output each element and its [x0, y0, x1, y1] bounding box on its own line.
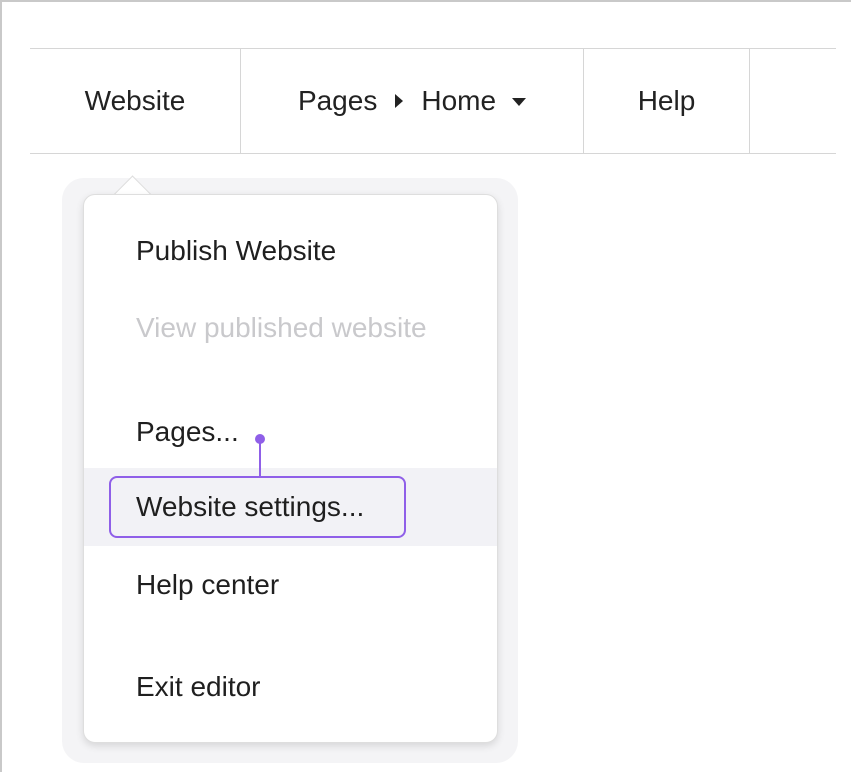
menubar-website-label: Website	[84, 85, 186, 116]
callout-highlight-box	[109, 476, 406, 538]
callout-pointer-dot	[255, 434, 265, 444]
caret-right-icon	[395, 94, 404, 108]
menubar-website[interactable]: Website	[30, 49, 241, 153]
menu-item-view-published-website[interactable]: View published website	[84, 311, 497, 345]
chevron-down-icon	[512, 98, 527, 106]
callout-pointer-line	[259, 440, 261, 477]
menubar-pages-breadcrumb[interactable]: Pages Home	[241, 49, 584, 153]
menu-item-exit-editor[interactable]: Exit editor	[84, 670, 497, 704]
menu-item-help-center[interactable]: Help center	[84, 568, 497, 602]
menu-item-pages[interactable]: Pages...	[84, 415, 497, 449]
menu-item-publish-website[interactable]: Publish Website	[84, 234, 497, 268]
menubar-help[interactable]: Help	[584, 49, 750, 153]
editor-menubar: Website Pages Home Help	[30, 48, 836, 154]
menubar-pages-label: Pages	[297, 85, 378, 116]
website-dropdown-menu: Publish Website View published website P…	[83, 194, 498, 743]
menubar-home-label: Home	[421, 85, 497, 116]
menubar-help-label: Help	[637, 85, 696, 116]
